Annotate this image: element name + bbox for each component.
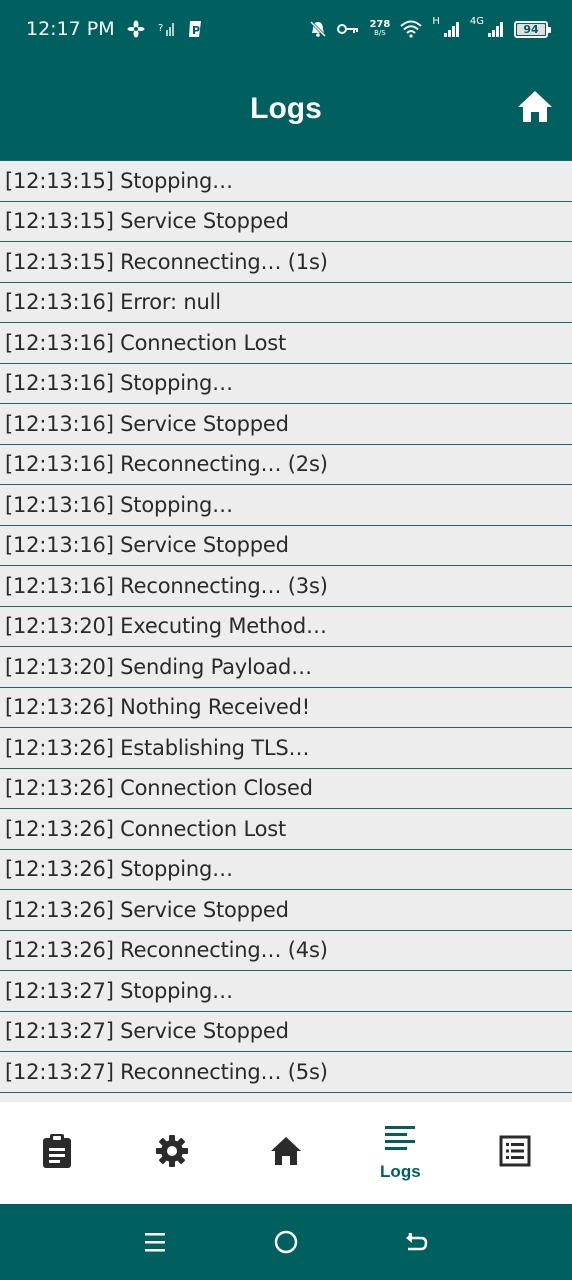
log-entry: [12:13:15] Service Stopped (0, 200, 572, 241)
nav-label-logs: Logs (380, 1161, 421, 1181)
home-icon[interactable] (516, 88, 554, 126)
svg-text:P: P (192, 24, 200, 37)
speed-value: 278 (369, 19, 391, 30)
status-bar: 12:17 PM ? P 278 B/S H 4G 94 (0, 0, 572, 58)
menu-icon[interactable] (130, 1217, 180, 1267)
nav-item-list[interactable] (461, 1103, 569, 1203)
network-type-4g: 4G (469, 16, 484, 27)
system-nav-bar (0, 1204, 572, 1280)
list-icon (499, 1135, 531, 1172)
status-time: 12:17 PM (26, 18, 115, 40)
log-entry: [12:13:26] Connection Lost (0, 808, 572, 849)
bottom-nav: Logs (0, 1102, 572, 1204)
battery-icon: 94 (514, 20, 551, 38)
battery-level: 94 (523, 22, 539, 36)
svg-text:?: ? (158, 23, 163, 34)
log-entry: [12:13:27] Service Stopped (0, 1010, 572, 1051)
log-entry: [12:13:16] Service Stopped (0, 524, 572, 565)
wifi-icon (400, 20, 423, 38)
status-right: 278 B/S H 4G 94 (309, 16, 551, 38)
log-entry: [12:13:16] Reconnecting… (2s) (0, 443, 572, 484)
log-entry: [12:13:16] Connection Lost (0, 322, 572, 363)
log-entry: [12:13:16] Stopping… (0, 484, 572, 525)
status-left: 12:17 PM ? P (26, 18, 203, 40)
log-entry: [12:13:16] Error: null (0, 281, 572, 322)
log-entry: [12:13:26] Establishing TLS… (0, 727, 572, 768)
log-entry: [12:13:16] Service Stopped (0, 403, 572, 444)
log-entry: [12:13:26] Connection Closed (0, 767, 572, 808)
gear-icon (155, 1134, 189, 1173)
log-entry: [12:13:26] Stopping… (0, 848, 572, 889)
log-entry: [12:13:15] Reconnecting… (1s) (0, 241, 572, 282)
signal-icon (488, 20, 504, 38)
nav-item-logs[interactable]: Logs (346, 1103, 454, 1203)
log-entry: [12:13:26] Reconnecting… (4s) (0, 929, 572, 970)
mute-icon (309, 20, 327, 38)
log-entry: [12:13:20] Sending Payload… (0, 646, 572, 687)
log-entry: [12:13:16] Stopping… (0, 362, 572, 403)
signal-icon (443, 20, 460, 38)
log-entry: [12:13:26] Nothing Received! (0, 686, 572, 727)
log-entry: [12:13:15] Stopping… (0, 160, 572, 201)
log-entry: [12:13:20] Executing Method… (0, 605, 572, 646)
log-list[interactable]: [12:13:15] Stopping… [12:13:15] Service S… (0, 160, 572, 1102)
key-icon (337, 22, 359, 36)
nav-item-home[interactable] (232, 1103, 340, 1203)
fan-icon (127, 20, 145, 38)
network-type-h: H (432, 16, 440, 27)
log-entry: [12:13:27] Reconnecting… (5s) (0, 1051, 572, 1092)
p-app-icon: P (187, 20, 203, 38)
network-speed: 278 B/S (369, 20, 390, 38)
nav-item-clipboard[interactable] (3, 1103, 111, 1203)
log-entry: [12:13:26] Service Stopped (0, 889, 572, 930)
home-icon (269, 1134, 303, 1173)
nav-item-settings[interactable] (118, 1103, 226, 1203)
page-title: Logs (250, 92, 322, 125)
signal-question-icon: ? (157, 20, 175, 38)
logs-icon (384, 1125, 416, 1160)
speed-unit: B/S (374, 29, 386, 37)
app-bar: Logs (0, 58, 572, 160)
log-entry-partial (0, 1091, 572, 1102)
back-icon[interactable] (392, 1217, 442, 1267)
home-circle-icon[interactable] (261, 1217, 311, 1267)
log-entry: [12:13:27] Stopping… (0, 970, 572, 1011)
log-entry: [12:13:16] Reconnecting… (3s) (0, 565, 572, 606)
clipboard-icon (40, 1133, 74, 1174)
